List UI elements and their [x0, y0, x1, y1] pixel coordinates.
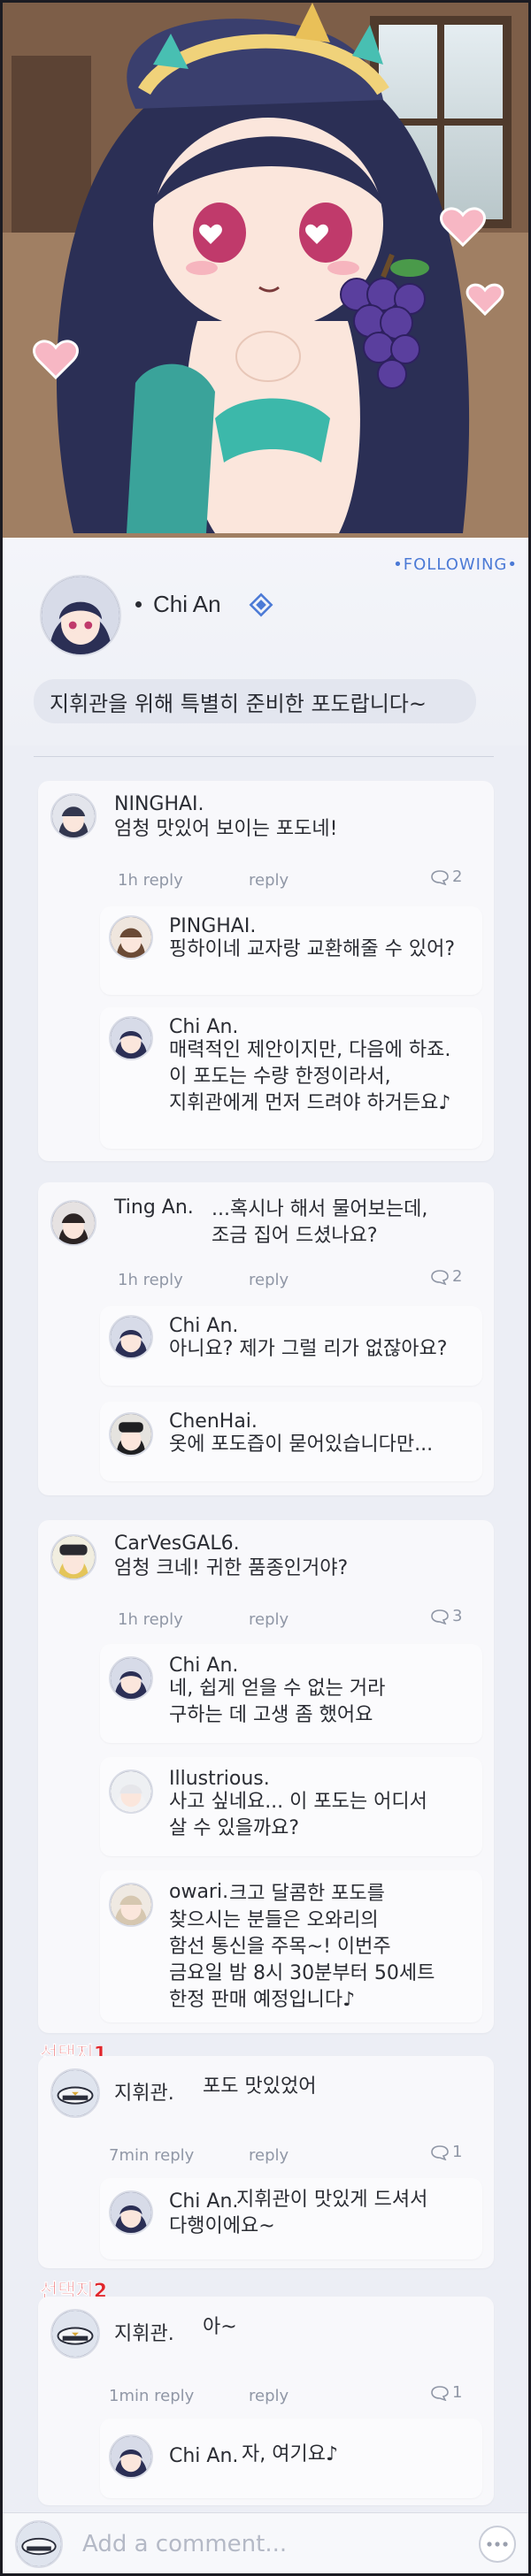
reply-button[interactable]: reply	[249, 2387, 289, 2405]
reply-card: PINGHAI. 핑하이네 교자랑 교환해줄 수 있어?	[100, 906, 482, 995]
comment-time: 1min reply	[109, 2387, 195, 2405]
reply-text: 네, 쉽게 얻을 수 없는 거라 구하는 데 고생 좀 했어요	[169, 1678, 386, 1726]
avatar[interactable]	[109, 915, 153, 959]
reply-card: owari. 크고 달콤한 포도를 찾으시는 분들은 오와리의 함선 통신을 주…	[100, 1870, 482, 2022]
reply-author[interactable]: Chi An.	[169, 1016, 238, 1038]
avatar[interactable]	[109, 2435, 153, 2479]
comment-card: Ting An. ...혹시나 해서 물어보는데, 조금 집어 드셨나요? 1h…	[38, 1182, 494, 1495]
comment-time: 1h reply	[118, 1610, 183, 1629]
avatar[interactable]	[109, 2190, 153, 2235]
avatar[interactable]	[50, 793, 96, 839]
reply-card: Illustrious. 사고 싶네요... 이 포도는 어디서 살 수 있을까…	[100, 1757, 482, 1856]
reply-button[interactable]: reply	[249, 1610, 289, 1629]
comment-text: ...혹시나 해서 물어보는데, 조금 집어 드셨나요?	[212, 1198, 428, 1247]
avatar[interactable]	[50, 1200, 96, 1246]
comment-author[interactable]: CarVesGAL6.	[114, 1533, 240, 1555]
reply-text: 옷에 포도즙이 묻어있습니다만...	[169, 1433, 434, 1456]
chat-bubble-icon[interactable]	[477, 2524, 518, 2565]
comment-author[interactable]: NINGHAI.	[114, 793, 204, 815]
comment-text: 엄청 크네! 귀한 품종인거야?	[114, 1557, 349, 1579]
reply-author[interactable]: PINGHAI.	[169, 915, 256, 937]
comment-bubble-icon	[431, 870, 449, 885]
reply-button[interactable]: reply	[249, 871, 289, 890]
avatar[interactable]	[50, 2068, 100, 2118]
reply-text: 지휘관이 맛있게 드셔서 다행이에요~	[169, 2189, 428, 2237]
avatar[interactable]	[50, 1534, 96, 1580]
avatar[interactable]	[50, 2309, 100, 2358]
comment-bubble-icon	[431, 2145, 449, 2160]
comment-card: NINGHAI. 엄청 맛있어 보이는 포도네! 1h reply reply …	[38, 781, 494, 1161]
post-header: •FOLLOWING• Chi An 지휘관을 위해 특별히 준비한 포도랍니다…	[3, 538, 528, 745]
reply-text: 매력적인 제안이지만, 다음에 하죠. 이 포도는 수량 한정이라서, 지휘관에…	[169, 1039, 451, 1114]
reply-author[interactable]: Chi An.	[169, 1315, 238, 1337]
post-text: 지휘관을 위해 특별히 준비한 포도랍니다~	[34, 679, 476, 723]
comment-text: 엄청 맛있어 보이는 포도네!	[114, 818, 338, 840]
reply-count[interactable]: 1	[431, 2383, 462, 2402]
post-illustration	[3, 3, 528, 538]
comment-bubble-icon	[431, 1609, 449, 1624]
comment-bubble-icon	[431, 1270, 449, 1285]
reply-author[interactable]: Chi An.	[169, 2445, 238, 2467]
reply-card: Chi An. 자, 여기요♪	[100, 2419, 482, 2498]
post-image	[3, 3, 528, 538]
follow-button[interactable]: •FOLLOWING•	[393, 555, 518, 574]
comment-time: 7min reply	[109, 2146, 195, 2165]
page: •FOLLOWING• Chi An 지휘관을 위해 특별히 준비한 포도랍니다…	[0, 0, 531, 2576]
avatar[interactable]	[109, 1412, 153, 1456]
comment-input[interactable]	[82, 2529, 436, 2559]
comment-text: 포도 맛있었어	[203, 2075, 317, 2098]
name-dot	[135, 601, 142, 608]
comment-text: 아~	[203, 2316, 237, 2338]
reply-text: 자, 여기요♪	[242, 2443, 338, 2465]
reply-author[interactable]: Illustrious.	[169, 1768, 270, 1790]
choice-comment-card[interactable]: 지휘관. 아~ 1min reply reply 1 Chi An. 자, 여기…	[38, 2297, 494, 2505]
avatar[interactable]	[109, 1656, 153, 1701]
comment-bubble-icon	[431, 2386, 449, 2401]
user-avatar[interactable]	[15, 2520, 63, 2568]
avatar[interactable]	[109, 1016, 153, 1060]
comment-time: 1h reply	[118, 1271, 183, 1289]
reply-author[interactable]: ChenHai.	[169, 1410, 258, 1433]
comment-author[interactable]: 지휘관.	[114, 2077, 174, 2106]
reply-card: Chi An. 지휘관이 맛있게 드셔서 다행이에요~	[100, 2178, 482, 2259]
avatar[interactable]	[109, 1315, 153, 1359]
reply-author[interactable]: Chi An.	[169, 1655, 238, 1677]
reply-card: Chi An. 매력적인 제안이지만, 다음에 하죠. 이 포도는 수량 한정이…	[100, 1007, 482, 1149]
reply-card: ChenHai. 옷에 포도즙이 묻어있습니다만...	[100, 1402, 482, 1481]
reply-text: 핑하이네 교자랑 교환해줄 수 있어?	[169, 938, 456, 960]
reply-card: Chi An. 네, 쉽게 얻을 수 없는 거라 구하는 데 고생 좀 했어요	[100, 1644, 482, 1743]
reply-button[interactable]: reply	[249, 2146, 289, 2165]
comment-author[interactable]: 지휘관.	[114, 2318, 174, 2346]
divider	[34, 756, 494, 757]
author-name[interactable]: Chi An	[153, 591, 221, 618]
verified-icon	[249, 592, 273, 617]
comment-card: CarVesGAL6. 엄청 크네! 귀한 품종인거야? 1h reply re…	[38, 1520, 494, 2033]
comment-time: 1h reply	[118, 871, 183, 890]
reply-text: 아니요? 제가 그럴 리가 없잖아요?	[169, 1338, 448, 1360]
reply-count[interactable]: 2	[431, 1267, 462, 1286]
avatar[interactable]	[109, 1770, 153, 1814]
choice-comment-card[interactable]: 지휘관. 포도 맛있었어 7min reply reply 1 Chi An. …	[38, 2056, 494, 2268]
reply-count[interactable]: 2	[431, 868, 462, 886]
avatar[interactable]	[109, 1883, 153, 1927]
reply-text: 사고 싶네요... 이 포도는 어디서 살 수 있을까요?	[169, 1791, 427, 1839]
reply-card: Chi An. 아니요? 제가 그럴 리가 없잖아요?	[100, 1306, 482, 1386]
comment-bar	[3, 2512, 528, 2573]
reply-button[interactable]: reply	[249, 1271, 289, 1289]
reply-count[interactable]: 3	[431, 1607, 462, 1625]
author-avatar[interactable]	[40, 575, 121, 656]
reply-text: 크고 달콤한 포도를 찾으시는 분들은 오와리의 함선 통신을 주목~! 이번주…	[169, 1883, 435, 2011]
comment-author[interactable]: Ting An.	[114, 1196, 194, 1219]
reply-count[interactable]: 1	[431, 2143, 462, 2161]
